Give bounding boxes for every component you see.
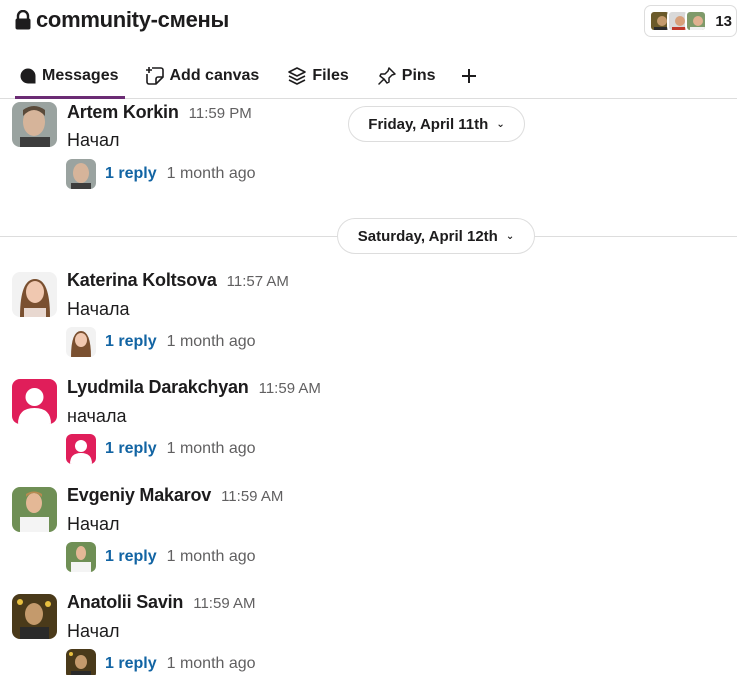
files-stack-icon	[288, 67, 307, 85]
sender-name[interactable]: Artem Korkin	[67, 102, 179, 123]
sender-name[interactable]: Anatolii Savin	[67, 592, 183, 613]
date-divider-pill[interactable]: Friday, April 11th ⌄	[348, 106, 525, 142]
add-tab-button[interactable]	[456, 56, 487, 96]
member-count: 13	[715, 12, 732, 30]
thread-summary[interactable]: 1 reply 1 month ago	[66, 159, 256, 189]
tab-label: Add canvas	[169, 67, 260, 84]
tab-label: Files	[312, 67, 349, 84]
add-canvas-icon	[145, 67, 164, 85]
reply-avatar	[66, 327, 96, 357]
message-text: начала	[67, 406, 127, 426]
pin-icon	[378, 67, 396, 85]
tab-label: Messages	[42, 67, 119, 84]
message-text: Начал	[67, 621, 120, 641]
tab-pins[interactable]: Pins	[373, 56, 440, 96]
chevron-down-icon: ⌄	[505, 230, 515, 242]
last-reply-time: 1 month ago	[166, 440, 256, 457]
thread-summary[interactable]: 1 reply 1 month ago	[66, 434, 256, 464]
reply-avatar	[66, 434, 96, 464]
thread-summary[interactable]: 1 reply 1 month ago	[66, 542, 256, 572]
tab-messages[interactable]: Messages	[15, 56, 125, 99]
message-timestamp[interactable]: 11:57 AM	[227, 273, 289, 290]
lock-icon	[15, 10, 31, 30]
sender-name[interactable]: Evgeniy Makarov	[67, 485, 211, 506]
chevron-down-icon: ⌄	[496, 118, 505, 130]
message-feed[interactable]: Artem Korkin 11:59 PM Начал 1 reply 1 mo…	[0, 99, 737, 675]
reply-avatar	[66, 159, 96, 189]
date-label: Friday, April 11th	[368, 115, 489, 133]
date-divider-pill[interactable]: Saturday, April 12th ⌄	[337, 218, 535, 254]
channel-title[interactable]: community-смены	[14, 7, 229, 33]
last-reply-time: 1 month ago	[166, 165, 256, 182]
avatar[interactable]	[12, 272, 57, 317]
tab-add-canvas[interactable]: Add canvas	[141, 56, 264, 96]
date-label: Saturday, April 12th	[357, 227, 498, 245]
last-reply-time: 1 month ago	[166, 548, 256, 565]
messages-bubble-icon	[20, 68, 36, 84]
message-text: Начал	[67, 130, 120, 150]
thread-summary[interactable]: 1 reply 1 month ago	[66, 649, 256, 675]
reply-count-link[interactable]: 1 reply	[105, 440, 157, 458]
tab-files[interactable]: Files	[283, 56, 352, 96]
channel-header: community-смены 13	[0, 0, 737, 44]
avatar[interactable]	[12, 379, 57, 424]
tab-label: Pins	[401, 67, 436, 84]
avatar[interactable]	[12, 102, 57, 147]
reply-avatar	[66, 649, 96, 675]
thread-summary[interactable]: 1 reply 1 month ago	[66, 327, 256, 357]
sender-name[interactable]: Lyudmila Darakchyan	[67, 377, 249, 398]
reply-count-link[interactable]: 1 reply	[105, 548, 157, 566]
sender-name[interactable]: Katerina Koltsova	[67, 270, 217, 291]
member-avatar	[685, 10, 708, 32]
reply-avatar	[66, 542, 96, 572]
avatar[interactable]	[12, 594, 57, 639]
member-list-button[interactable]: 13	[644, 5, 737, 37]
message-timestamp[interactable]: 11:59 AM	[193, 595, 255, 612]
message-text: Начал	[67, 514, 120, 534]
avatar[interactable]	[12, 487, 57, 532]
message-timestamp[interactable]: 11:59 AM	[221, 488, 283, 505]
reply-count-link[interactable]: 1 reply	[105, 165, 157, 183]
message-timestamp[interactable]: 11:59 PM	[189, 105, 252, 122]
plus-icon	[461, 69, 476, 83]
reply-count-link[interactable]: 1 reply	[105, 655, 157, 673]
channel-tabs: Messages Add canvas Files Pins	[0, 56, 737, 99]
last-reply-time: 1 month ago	[166, 655, 256, 672]
reply-count-link[interactable]: 1 reply	[105, 333, 157, 351]
message-text: Начала	[67, 299, 130, 319]
message-timestamp[interactable]: 11:59 AM	[259, 380, 321, 397]
last-reply-time: 1 month ago	[166, 333, 256, 350]
channel-name: community-смены	[36, 7, 229, 32]
